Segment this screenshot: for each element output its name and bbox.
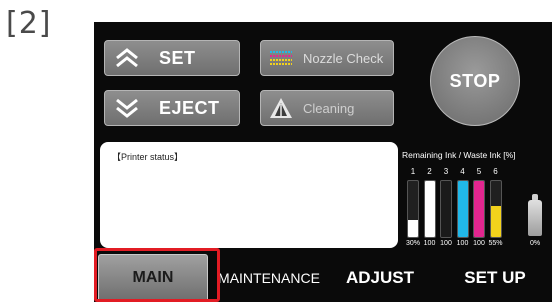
ink-level-bar <box>456 180 469 238</box>
cleaning-button[interactable]: Cleaning <box>260 90 394 126</box>
eject-button-label: EJECT <box>159 97 220 118</box>
ink-level-fill <box>424 181 435 237</box>
ink-slot-number: 3 <box>443 167 449 176</box>
ink-level-fill <box>408 220 418 237</box>
nozzle-check-button[interactable]: Nozzle Check <box>260 40 394 76</box>
ink-level-bar <box>423 180 436 238</box>
stop-button-label: STOP <box>449 70 501 91</box>
step-label: [2] <box>6 6 52 41</box>
set-button[interactable]: SET <box>104 40 240 76</box>
ink-level-fill <box>474 181 484 237</box>
ink-level-percent: 55% <box>488 240 503 247</box>
ink-slot-number: 4 <box>460 167 465 176</box>
cleaning-label: Cleaning <box>303 100 355 116</box>
set-button-label: SET <box>159 47 196 68</box>
printer-status-panel: 【Printer status】 <box>100 142 398 248</box>
chevron-up-double-icon <box>105 41 149 75</box>
tab-setup[interactable]: SET UP <box>440 254 550 302</box>
waste-ink-bottle-icon <box>528 200 542 236</box>
ink-level-bar <box>489 180 502 238</box>
eject-button[interactable]: EJECT <box>104 90 240 126</box>
ink-level-bar <box>473 180 485 238</box>
ink-level-fill <box>490 206 501 237</box>
nozzle-pattern-icon <box>261 41 301 75</box>
ink-slot-number: 5 <box>476 167 482 176</box>
waste-ink-percent: 0% <box>529 240 541 247</box>
main-tab-highlight <box>94 248 220 302</box>
cleaning-head-icon <box>261 91 301 125</box>
chevron-down-double-icon <box>105 91 149 125</box>
printer-status-title: 【Printer status】 <box>112 152 184 162</box>
ink-slot-number: 2 <box>427 167 432 176</box>
ink-slot-number: 6 <box>493 167 498 176</box>
ink-level-bar <box>407 180 419 238</box>
ink-level-bar <box>440 180 452 238</box>
tab-adjust[interactable]: ADJUST <box>334 254 426 302</box>
ink-level-fill <box>457 181 468 237</box>
tab-maintenance[interactable]: MAINTENANCE <box>212 254 326 302</box>
stop-button[interactable]: STOP <box>430 36 520 126</box>
ink-level-fill <box>441 181 451 237</box>
ink-levels-title: Remaining Ink / Waste Ink [%] <box>402 150 516 160</box>
tab-adjust-label: ADJUST <box>345 268 414 287</box>
ink-slot-number: 1 <box>410 167 416 176</box>
screenshot-root: [2] SET EJECT Nozzle Check Cleaning STOP… <box>0 0 552 302</box>
tab-setup-label: SET UP <box>464 268 526 287</box>
nozzle-check-label: Nozzle Check <box>303 50 384 66</box>
tab-maintenance-label: MAINTENANCE <box>218 270 320 286</box>
